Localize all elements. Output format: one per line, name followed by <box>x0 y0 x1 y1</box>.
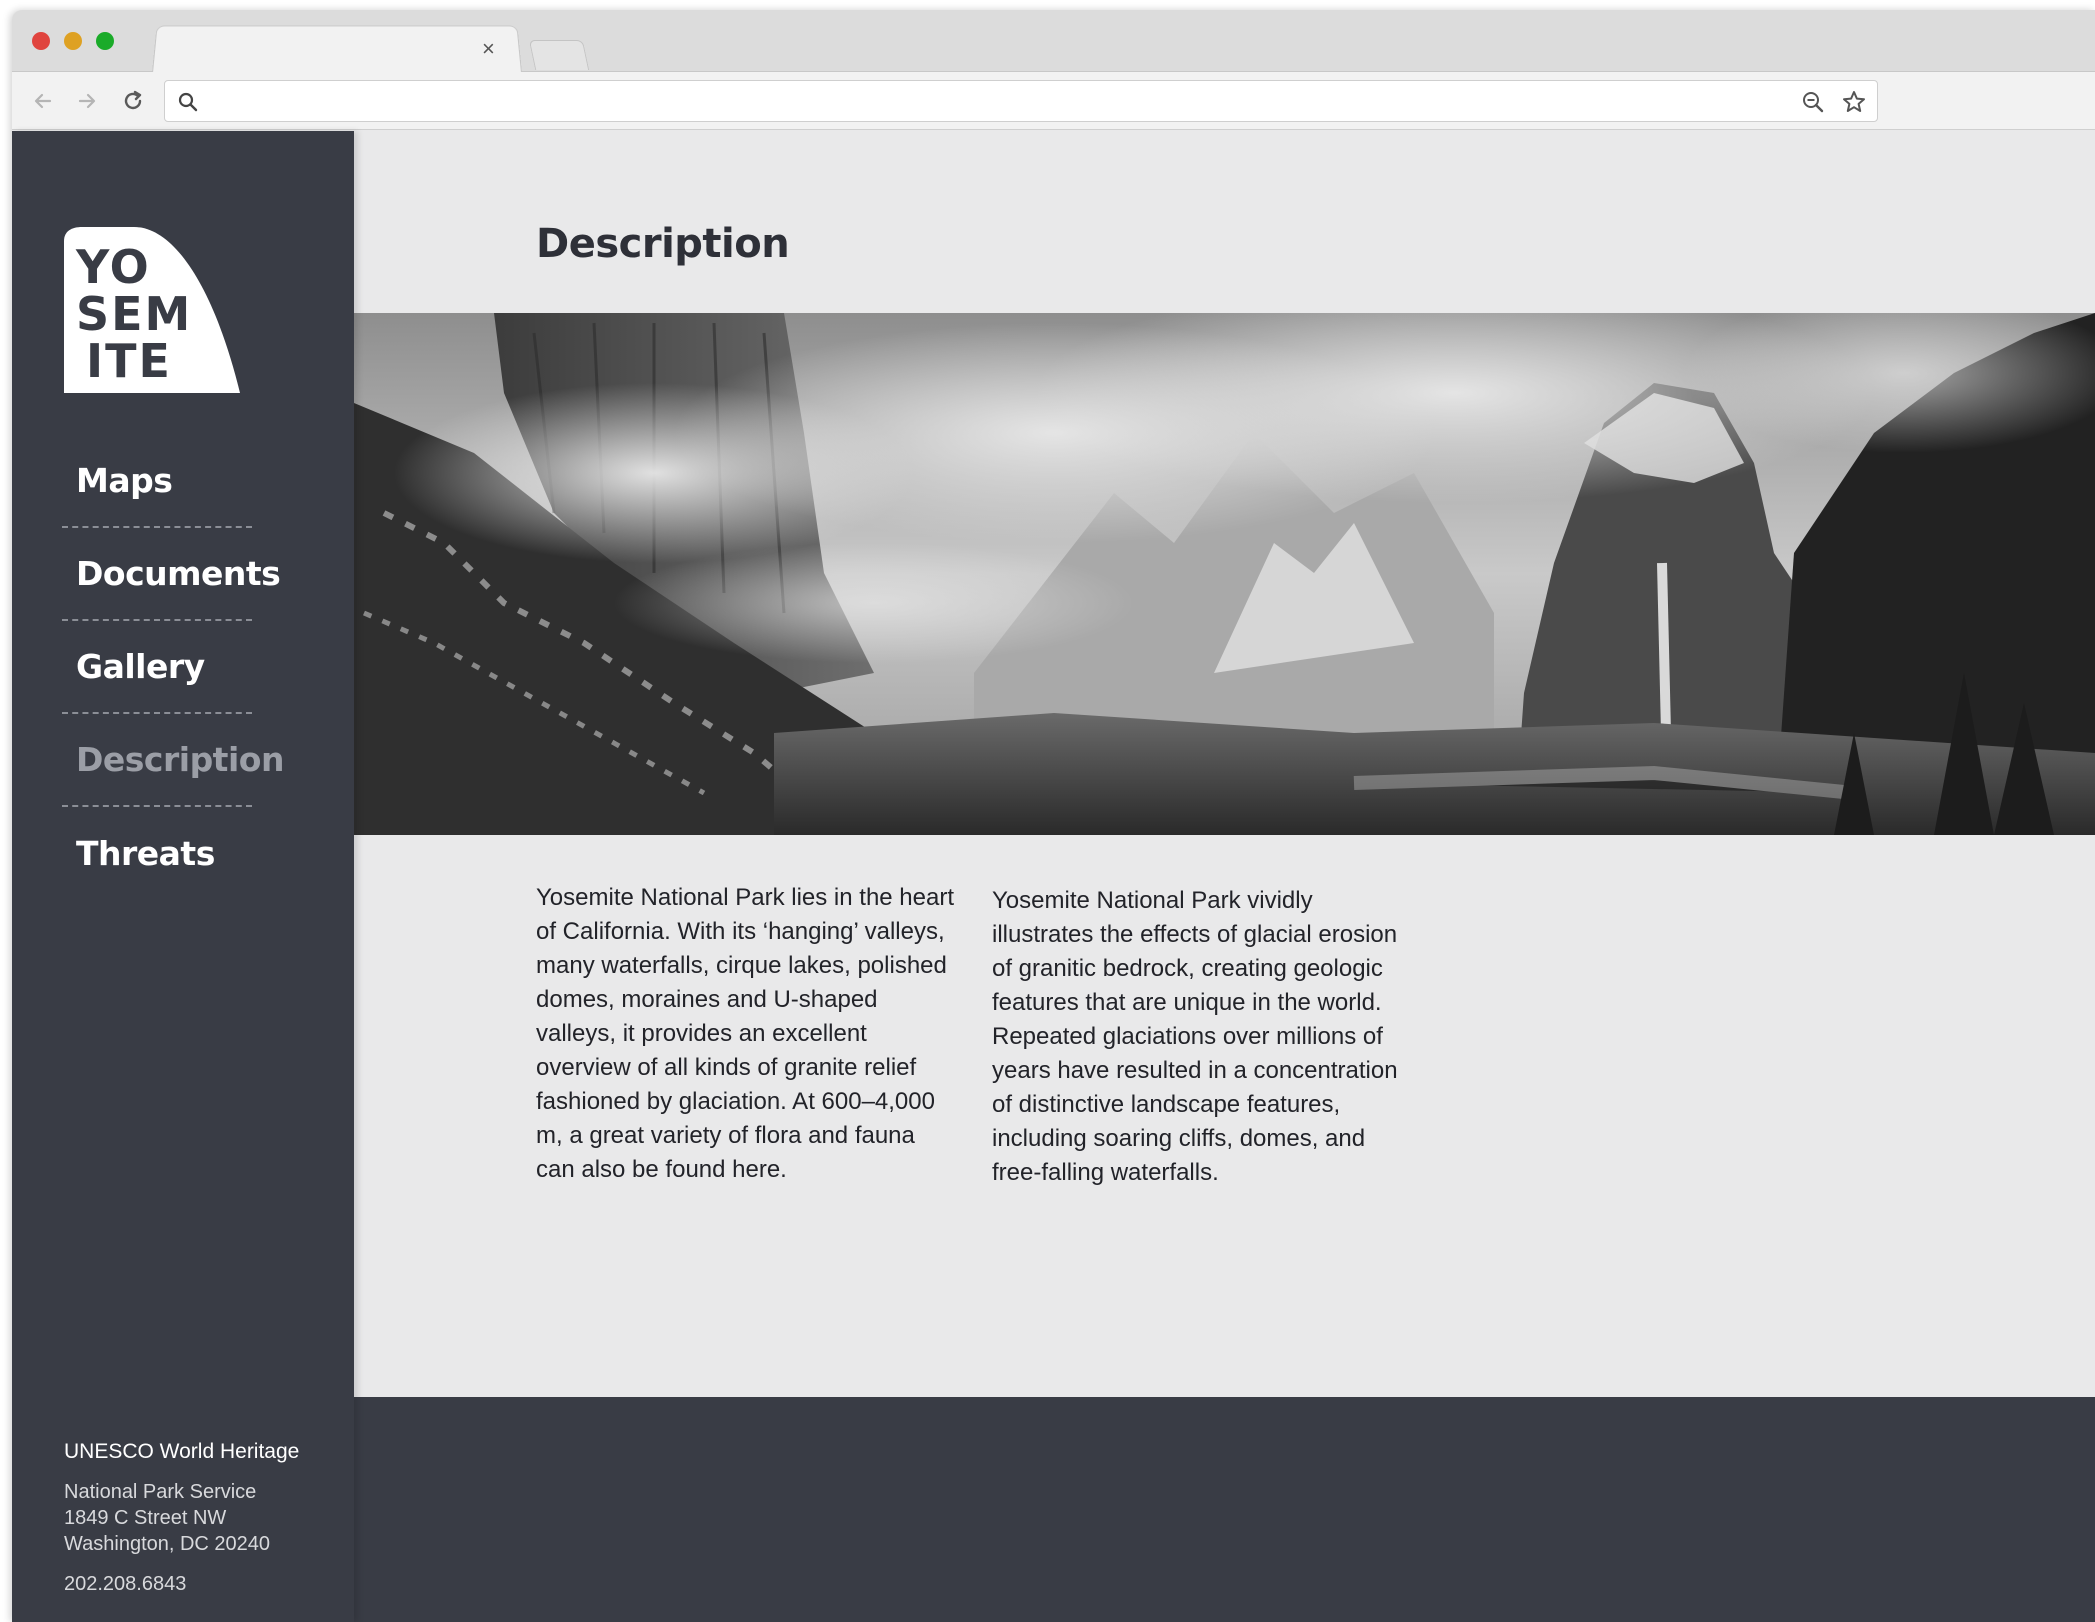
close-window-button[interactable] <box>32 32 50 50</box>
phone-number[interactable]: 202.208.6843 <box>64 1571 299 1597</box>
svg-text:SEM: SEM <box>76 287 192 341</box>
search-icon <box>178 92 198 112</box>
tab-close-icon[interactable]: × <box>482 38 495 60</box>
browser-tab[interactable] <box>152 25 522 74</box>
address-line: 1849 C Street NW <box>64 1507 227 1529</box>
address-line: National Park Service <box>64 1481 257 1503</box>
new-tab-button[interactable] <box>528 40 590 70</box>
svg-text:ITE: ITE <box>86 334 172 388</box>
page-title: Description <box>536 221 790 267</box>
reload-button[interactable] <box>118 86 148 116</box>
address-line: Washington, DC 20240 <box>64 1533 271 1555</box>
maximize-window-button[interactable] <box>96 32 114 50</box>
browser-toolbar <box>12 72 2095 130</box>
address-bar[interactable] <box>164 80 1878 122</box>
sidebar-item-threats[interactable]: Threats <box>62 807 252 900</box>
yosemite-logo[interactable]: YO SEM ITE <box>64 227 240 393</box>
sidebar-footer: UNESCO World Heritage National Park Serv… <box>64 1439 299 1597</box>
sidebar-item-gallery[interactable]: Gallery <box>62 621 252 714</box>
organization-name: UNESCO World Heritage <box>64 1440 300 1463</box>
address-block: National Park Service 1849 C Street NW W… <box>64 1479 299 1557</box>
arrow-left-icon <box>34 93 52 109</box>
web-page: YO SEM ITE Maps Documents Gallery Descri… <box>12 131 2095 1622</box>
sidebar: YO SEM ITE Maps Documents Gallery Descri… <box>12 131 354 1622</box>
hero-image <box>354 313 2095 835</box>
sidebar-item-maps[interactable]: Maps <box>62 435 252 528</box>
description-paragraph-right: Yosemite National Park vividly illustrat… <box>992 887 1398 1186</box>
bookmark-star-icon[interactable] <box>1841 89 1867 115</box>
description-paragraph-left: Yosemite National Park lies in the heart… <box>536 884 955 1183</box>
arrow-right-icon <box>78 93 96 109</box>
sidebar-item-description[interactable]: Description <box>62 714 284 807</box>
footer-band <box>354 1397 2095 1622</box>
address-input[interactable] <box>209 87 1769 115</box>
minimize-window-button[interactable] <box>64 32 82 50</box>
reload-icon <box>124 90 142 110</box>
sidebar-item-documents[interactable]: Documents <box>62 528 281 621</box>
svg-text:YO: YO <box>75 240 151 294</box>
sidebar-nav: Maps Documents Gallery Description Threa… <box>62 435 284 900</box>
forward-button[interactable] <box>72 86 102 116</box>
back-button[interactable] <box>28 86 58 116</box>
browser-window: × YO SEM ITE Maps Documents Gallery Desc… <box>12 10 2095 1622</box>
tab-strip: × <box>12 10 2095 74</box>
zoom-icon[interactable] <box>1801 90 1825 114</box>
